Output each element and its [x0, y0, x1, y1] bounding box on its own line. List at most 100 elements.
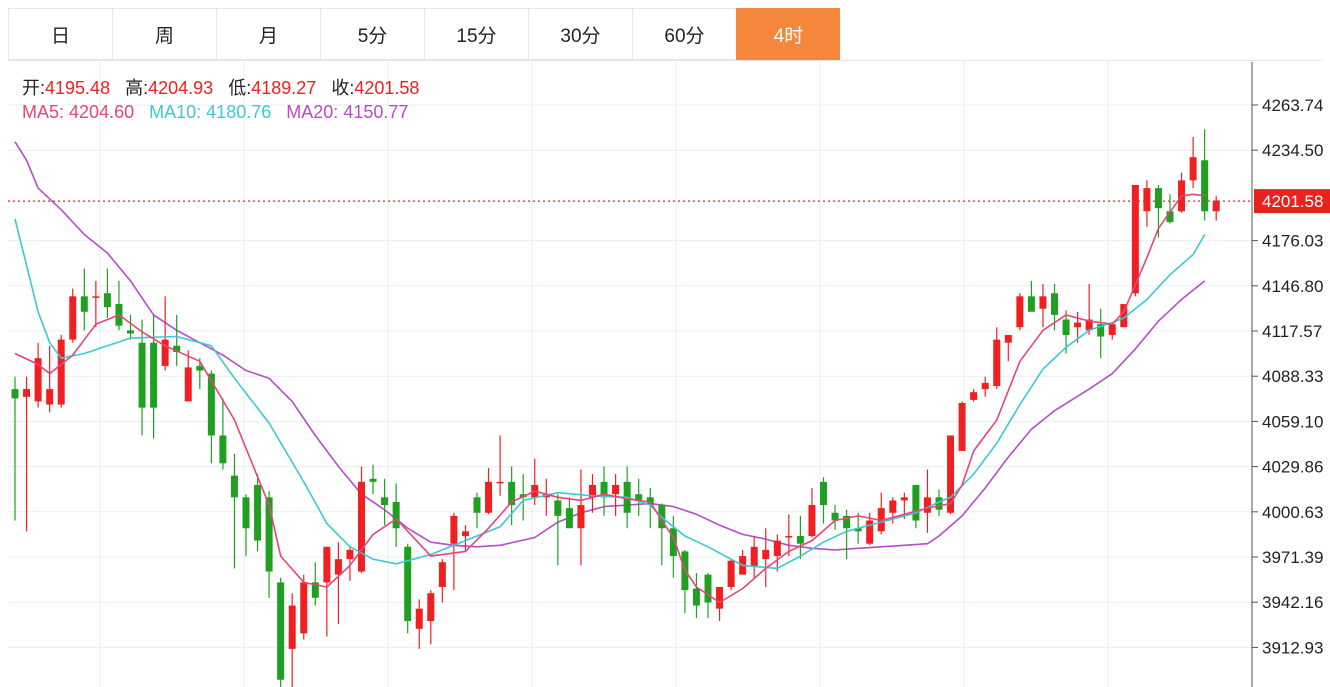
candle-body — [46, 389, 54, 405]
candle — [288, 593, 296, 687]
candle — [323, 546, 331, 637]
candle-body — [254, 484, 262, 541]
candle-body — [1016, 296, 1024, 328]
y-tick-label: 3912.93 — [1262, 638, 1323, 657]
candle — [600, 466, 608, 516]
ma20-legend-label: MA20: — [286, 102, 339, 122]
y-tick-label: 4059.10 — [1262, 412, 1323, 431]
y-axis: 4263.74 4234.50 4176.03 4146.80 4117.57 4088.… — [1251, 62, 1323, 687]
candle-body — [900, 497, 908, 501]
candle — [358, 466, 365, 574]
candle — [1097, 308, 1105, 359]
candle-body — [773, 540, 781, 557]
candle — [877, 492, 885, 535]
candle — [34, 342, 42, 408]
candle-body — [1154, 188, 1162, 209]
ma5-line — [14, 193, 1205, 604]
ma5-legend-value: 4204.60 — [69, 102, 135, 122]
candle — [1189, 137, 1197, 189]
candle-body — [762, 549, 770, 560]
candle-body — [415, 608, 423, 629]
candle — [554, 494, 562, 566]
candle — [46, 345, 54, 413]
candle-body — [808, 505, 816, 536]
candle-body — [947, 435, 955, 513]
current-price-layer: 4201.58 — [8, 189, 1330, 214]
candle — [23, 376, 31, 532]
candle — [127, 314, 134, 340]
candle — [473, 492, 481, 529]
ohlc-readout: 开:4195.48 高:4204.93 低:4189.27 收:4201.58 — [22, 74, 419, 100]
low-label: 低: — [228, 78, 252, 98]
candle-body — [138, 342, 146, 408]
y-tick-label: 4234.50 — [1262, 141, 1323, 160]
candle — [1016, 293, 1024, 331]
candle-body — [1004, 334, 1012, 343]
y-tick-label: 4088.33 — [1262, 367, 1323, 386]
candle — [796, 515, 804, 560]
candle-body — [438, 562, 446, 587]
candle-body — [554, 500, 562, 516]
candle-body — [392, 501, 400, 529]
candle-body — [1027, 296, 1035, 312]
candle — [150, 314, 158, 439]
candle-body — [1189, 157, 1197, 181]
candle-body — [358, 481, 365, 572]
candle-body — [369, 478, 377, 482]
ma-legend: MA5: 4204.60 MA10: 4180.76 MA20: 4150.77 — [22, 102, 408, 123]
candle — [450, 512, 458, 591]
candle — [485, 467, 493, 515]
candle — [1143, 180, 1151, 227]
ma20-line — [14, 141, 1206, 551]
candle — [993, 327, 1001, 390]
candle-body — [958, 403, 966, 451]
y-tick-label: 4117.57 — [1262, 322, 1322, 341]
candle-body — [750, 546, 758, 567]
candle — [334, 542, 342, 625]
y-tick-label: 4146.80 — [1262, 277, 1323, 296]
open-value: 4195.48 — [45, 78, 111, 98]
candle-body — [981, 382, 989, 390]
ma20-layer — [14, 141, 1206, 551]
candle — [1178, 172, 1186, 213]
candle-body — [23, 389, 31, 397]
candle — [589, 474, 596, 513]
candle-body — [103, 293, 111, 308]
candle — [219, 398, 227, 470]
candle-body — [485, 481, 493, 513]
candle-body — [912, 484, 920, 521]
ma-lines-layer — [14, 193, 1206, 604]
candle-body — [57, 339, 65, 405]
candle-body — [1074, 322, 1082, 328]
candle-body — [565, 508, 573, 529]
candle-body — [692, 588, 700, 606]
candle-body — [473, 497, 481, 513]
candle-body — [577, 505, 585, 529]
candle — [369, 464, 377, 495]
open-label: 开: — [22, 78, 46, 98]
candle — [415, 599, 423, 649]
candle — [103, 268, 111, 318]
y-tick-label: 4176.03 — [1262, 232, 1323, 251]
candle — [565, 497, 573, 529]
candle-body — [461, 531, 469, 536]
candle-body — [923, 497, 931, 513]
candle-body — [796, 535, 804, 544]
candle-body — [785, 535, 793, 538]
candle — [577, 469, 585, 566]
candle — [1201, 129, 1209, 221]
candle — [1085, 283, 1093, 335]
candle-body — [207, 373, 215, 436]
ma10-line — [14, 218, 1206, 570]
candle-body — [612, 484, 620, 495]
candle — [230, 454, 238, 569]
candle-body — [993, 339, 1001, 386]
candle — [161, 296, 169, 371]
candle — [11, 376, 19, 521]
candle — [69, 288, 77, 343]
current-price-label: 4201.58 — [1262, 192, 1323, 211]
close-label: 收: — [331, 78, 355, 98]
candle — [1004, 334, 1012, 362]
candle — [1108, 324, 1116, 340]
candle-body — [80, 296, 88, 312]
